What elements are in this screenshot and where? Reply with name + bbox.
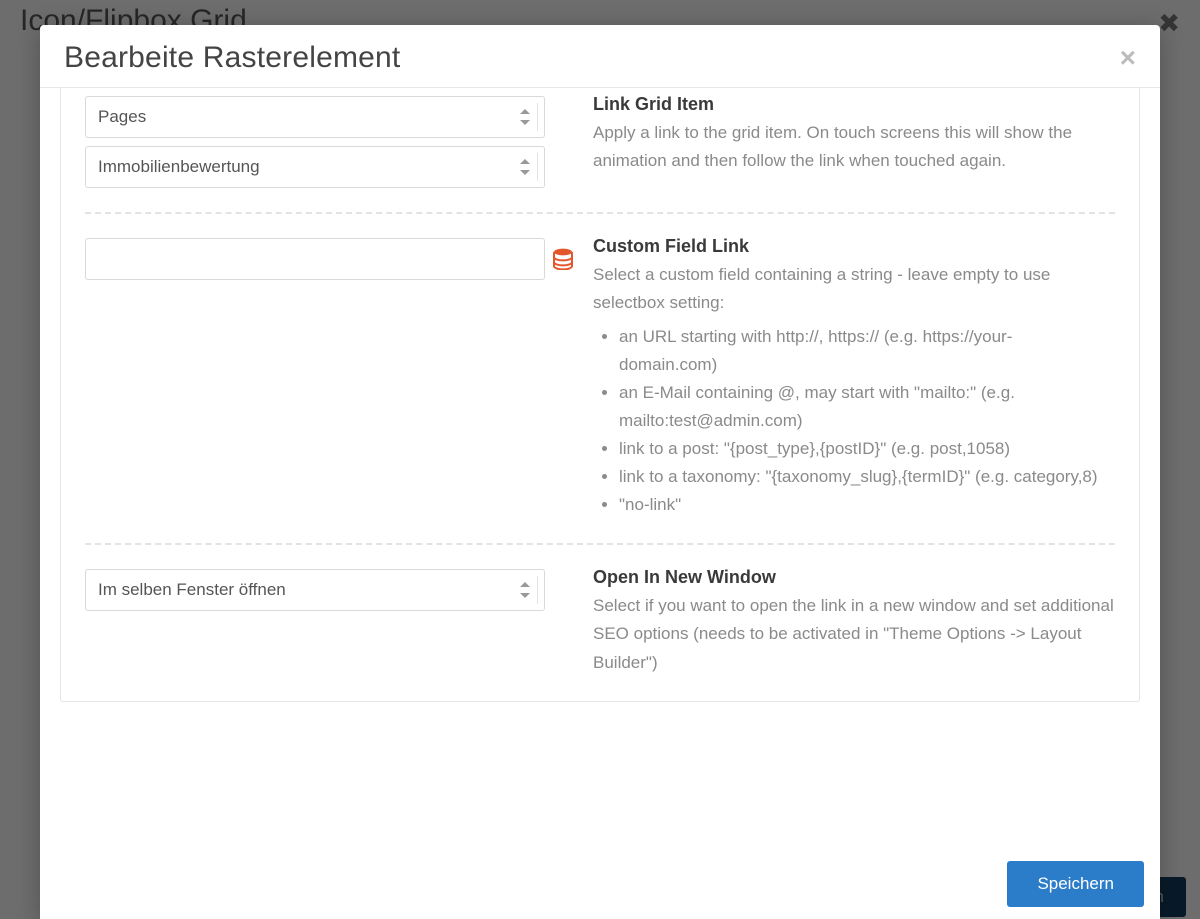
link-type-value: Pages bbox=[98, 107, 146, 127]
new-window-value: Im selben Fenster öffnen bbox=[98, 580, 286, 600]
new-window-controls: Im selben Fenster öffnen bbox=[85, 565, 545, 676]
database-icon[interactable] bbox=[553, 248, 573, 270]
custom-field-controls bbox=[85, 234, 545, 519]
custom-field-desc: Select a custom field containing a strin… bbox=[593, 261, 1115, 317]
modal-title: Bearbeite Rasterelement bbox=[64, 41, 400, 75]
modal-body: Pages Immobilienbewertung Link Grid Item… bbox=[40, 88, 1160, 841]
custom-field-description: Custom Field Link Select a custom field … bbox=[593, 234, 1115, 519]
link-type-select[interactable]: Pages bbox=[85, 96, 545, 138]
list-item: an URL starting with http://, https:// (… bbox=[619, 323, 1115, 379]
link-page-select[interactable]: Immobilienbewertung bbox=[85, 146, 545, 188]
sort-icon bbox=[520, 109, 530, 125]
settings-panel: Pages Immobilienbewertung Link Grid Item… bbox=[60, 88, 1140, 702]
close-icon[interactable]: × bbox=[1120, 44, 1136, 72]
custom-field-input[interactable] bbox=[85, 238, 545, 280]
sort-icon bbox=[520, 159, 530, 175]
new-window-description: Open In New Window Select if you want to… bbox=[593, 565, 1115, 676]
new-window-title: Open In New Window bbox=[593, 567, 1115, 588]
list-item: link to a post: "{post_type},{postID}" (… bbox=[619, 435, 1115, 463]
divider bbox=[85, 212, 1115, 214]
save-button[interactable]: Speichern bbox=[1007, 861, 1144, 907]
link-grid-desc: Apply a link to the grid item. On touch … bbox=[593, 119, 1115, 175]
list-item: link to a taxonomy: "{taxonomy_slug},{te… bbox=[619, 463, 1115, 491]
link-grid-title: Link Grid Item bbox=[593, 94, 1115, 115]
custom-field-title: Custom Field Link bbox=[593, 236, 1115, 257]
row-link-grid: Pages Immobilienbewertung Link Grid Item… bbox=[61, 92, 1139, 188]
list-item: "no-link" bbox=[619, 491, 1115, 519]
modal-footer: Speichern bbox=[40, 841, 1160, 919]
divider bbox=[85, 543, 1115, 545]
edit-grid-item-modal: Bearbeite Rasterelement × Pages Immobili… bbox=[40, 25, 1160, 919]
list-item: an E-Mail containing @, may start with "… bbox=[619, 379, 1115, 435]
custom-field-list: an URL starting with http://, https:// (… bbox=[593, 323, 1115, 519]
new-window-desc: Select if you want to open the link in a… bbox=[593, 592, 1115, 676]
modal-header: Bearbeite Rasterelement × bbox=[40, 25, 1160, 88]
row-custom-field: Custom Field Link Select a custom field … bbox=[61, 234, 1139, 519]
link-grid-description: Link Grid Item Apply a link to the grid … bbox=[593, 92, 1115, 188]
link-grid-controls: Pages Immobilienbewertung bbox=[85, 92, 545, 188]
new-window-select[interactable]: Im selben Fenster öffnen bbox=[85, 569, 545, 611]
link-page-value: Immobilienbewertung bbox=[98, 157, 260, 177]
sort-icon bbox=[520, 582, 530, 598]
row-new-window: Im selben Fenster öffnen Open In New Win… bbox=[61, 565, 1139, 676]
